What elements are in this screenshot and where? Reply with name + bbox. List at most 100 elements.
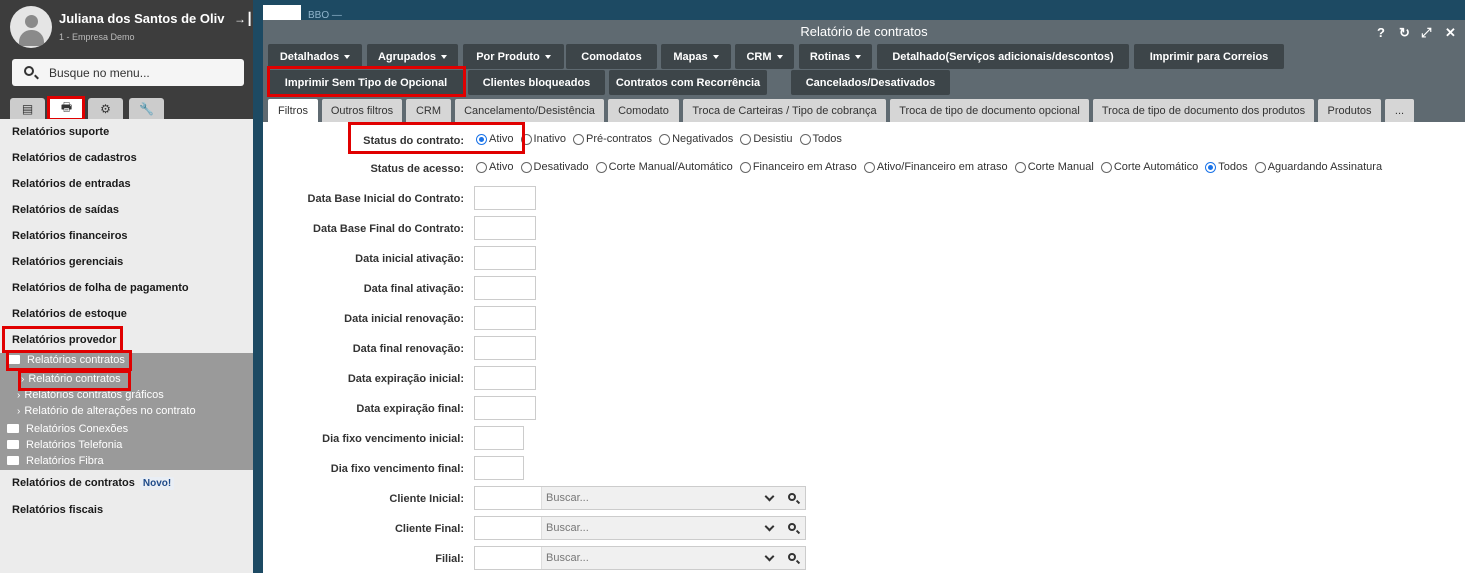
- submenu-conexoes[interactable]: Relatórios Conexões: [7, 423, 128, 435]
- search-icon: [24, 66, 34, 76]
- data-base-final-label: Data Base Final do Contrato:: [313, 223, 464, 235]
- filial-combo[interactable]: Buscar...: [474, 546, 806, 570]
- expand-icon[interactable]: ⤢: [1421, 25, 1431, 41]
- imprimir-correios-button[interactable]: Imprimir para Correios: [1134, 44, 1284, 69]
- data-final-renovacao-label: Data final renovação:: [352, 343, 464, 355]
- rotinas-button[interactable]: Rotinas: [799, 44, 872, 69]
- radio-contrato-todos[interactable]: Todos: [799, 133, 842, 145]
- folder-icon: [7, 424, 19, 433]
- dia-fixo-final-input[interactable]: [474, 456, 524, 480]
- window-title: Relatório de contratos: [263, 20, 1465, 44]
- search-icon[interactable]: [788, 523, 796, 531]
- menu-item-financeiros[interactable]: Relatórios financeiros: [12, 230, 128, 242]
- menu-item-entradas[interactable]: Relatórios de entradas: [12, 178, 131, 190]
- radio-acesso-ativo[interactable]: Ativo: [476, 161, 513, 173]
- menu-item-fiscais[interactable]: Relatórios fiscais: [12, 504, 103, 516]
- menu-item-folha[interactable]: Relatórios de folha de pagamento: [12, 282, 189, 294]
- history-icon[interactable]: ↻: [1399, 25, 1410, 41]
- dia-fixo-inicial-input[interactable]: [474, 426, 524, 450]
- search-icon[interactable]: [788, 553, 796, 561]
- user-company: 1 - Empresa Demo: [59, 32, 135, 42]
- folder-icon: [7, 440, 19, 449]
- chevron-down-icon[interactable]: [764, 491, 775, 502]
- menu-item-gerenciais[interactable]: Relatórios gerenciais: [12, 256, 123, 268]
- contratos-recorrencia-button[interactable]: Contratos com Recorrência: [609, 70, 767, 95]
- background-header: BBO —: [253, 0, 1465, 21]
- avatar[interactable]: [10, 6, 52, 48]
- menu-item-saidas[interactable]: Relatórios de saídas: [12, 204, 119, 216]
- tab-troca-doc-opcional[interactable]: Troca de tipo de documento opcional: [890, 99, 1089, 122]
- data-inicial-renovacao-input[interactable]: [474, 306, 536, 330]
- cliente-final-combo[interactable]: Buscar...: [474, 516, 806, 540]
- chevron-down-icon[interactable]: [764, 521, 775, 532]
- comodatos-button[interactable]: Comodatos: [566, 44, 657, 69]
- submenu-telefonia[interactable]: Relatórios Telefonia: [7, 439, 122, 451]
- tab-crm[interactable]: CRM: [406, 99, 451, 122]
- radio-acesso-financeiro-atraso[interactable]: Financeiro em Atraso: [739, 161, 857, 173]
- clientes-bloqueados-button[interactable]: Clientes bloqueados: [468, 70, 605, 95]
- chevron-down-icon[interactable]: [764, 551, 775, 562]
- tab-comodato[interactable]: Comodato: [608, 99, 679, 122]
- highlight-contratos-folder: [6, 350, 132, 371]
- menu-search-input[interactable]: Busque no menu...: [12, 59, 244, 86]
- status-contrato-radios: Ativo Inativo Pré-contratos Negativados …: [476, 133, 846, 148]
- tab-troca-doc-produtos[interactable]: Troca de tipo de documento dos produtos: [1093, 99, 1314, 122]
- dia-fixo-inicial-label: Dia fixo vencimento inicial:: [322, 433, 464, 445]
- radio-acesso-desativado[interactable]: Desativado: [520, 161, 589, 173]
- tab-troca-carteiras[interactable]: Troca de Carteiras / Tipo de cobrança: [683, 99, 886, 122]
- tab-outros-filtros[interactable]: Outros filtros: [322, 99, 402, 122]
- data-base-inicial-label: Data Base Inicial do Contrato:: [307, 193, 464, 205]
- menu-item-estoque[interactable]: Relatórios de estoque: [12, 308, 127, 320]
- menu-item-relatorios-contratos[interactable]: Relatórios de contratos Novo!: [12, 477, 175, 490]
- mapas-button[interactable]: Mapas: [661, 44, 731, 69]
- data-final-renovacao-input[interactable]: [474, 336, 536, 360]
- tab-produtos[interactable]: Produtos: [1318, 99, 1381, 122]
- report-window: Relatório de contratos ? ↻ ⤢ ✕ Detalhado…: [263, 20, 1465, 573]
- cliente-final-label: Cliente Final:: [394, 523, 464, 535]
- data-expiracao-final-input[interactable]: [474, 396, 536, 420]
- cliente-inicial-combo[interactable]: Buscar...: [474, 486, 806, 510]
- wrench-icon[interactable]: 🔧: [129, 98, 164, 119]
- app-logo: [263, 5, 301, 20]
- data-final-ativacao-input[interactable]: [474, 276, 536, 300]
- detalhado-servicos-button[interactable]: Detalhado(Serviços adicionais/descontos): [877, 44, 1129, 69]
- tab-filtros[interactable]: Filtros: [268, 99, 318, 122]
- radio-acesso-corte-manual[interactable]: Corte Manual: [1014, 161, 1094, 173]
- help-icon[interactable]: ?: [1377, 25, 1385, 40]
- tab-cancelamento[interactable]: Cancelamento/Desistência: [455, 99, 604, 122]
- menu-item-cadastros[interactable]: Relatórios de cadastros: [12, 152, 137, 164]
- radio-acesso-todos[interactable]: Todos: [1205, 161, 1248, 173]
- radio-acesso-corte-manual-auto[interactable]: Corte Manual/Automático: [595, 161, 733, 173]
- highlight-provedor: [2, 326, 123, 353]
- radio-contrato-pre[interactable]: Pré-contratos: [573, 133, 652, 145]
- folder-icon: [7, 456, 19, 465]
- chevron-right-icon: ›: [17, 390, 21, 401]
- menu-item-suporte[interactable]: Relatórios suporte: [12, 126, 109, 138]
- radio-acesso-ativo-financeiro[interactable]: Ativo/Financeiro em atraso: [863, 161, 1008, 173]
- crm-button[interactable]: CRM: [735, 44, 794, 69]
- radio-contrato-desistiu[interactable]: Desistiu: [740, 133, 792, 145]
- radio-acesso-aguardando[interactable]: Aguardando Assinatura: [1254, 161, 1382, 173]
- radio-acesso-corte-automatico[interactable]: Corte Automático: [1100, 161, 1198, 173]
- data-base-inicial-input[interactable]: [474, 186, 536, 210]
- cliente-final-placeholder: Buscar...: [546, 522, 589, 534]
- cliente-inicial-placeholder: Buscar...: [546, 492, 589, 504]
- logout-icon[interactable]: →┃: [234, 12, 253, 26]
- submenu-alteracoes-contrato[interactable]: › Relatório de alterações no contrato: [17, 405, 196, 417]
- data-final-ativacao-label: Data final ativação:: [363, 283, 464, 295]
- cancelados-desativados-button[interactable]: Cancelados/Desativados: [791, 70, 950, 95]
- list-icon[interactable]: ▤: [10, 98, 45, 119]
- highlight-imprimir-sem-opcional: [267, 66, 466, 97]
- radio-contrato-negativados[interactable]: Negativados: [659, 133, 733, 145]
- highlight-relatorio-contratos: [18, 370, 131, 391]
- tab-more[interactable]: ...: [1385, 99, 1414, 122]
- radio-contrato-inativo[interactable]: Inativo: [520, 133, 566, 145]
- submenu-fibra[interactable]: Relatórios Fibra: [7, 455, 104, 467]
- gears-icon[interactable]: ⚙: [88, 98, 123, 119]
- search-icon[interactable]: [788, 493, 796, 501]
- data-base-final-input[interactable]: [474, 216, 536, 240]
- data-expiracao-inicial-input[interactable]: [474, 366, 536, 390]
- close-icon[interactable]: ✕: [1445, 25, 1456, 41]
- data-inicial-ativacao-input[interactable]: [474, 246, 536, 270]
- por-produto-button[interactable]: Por Produto: [463, 44, 564, 69]
